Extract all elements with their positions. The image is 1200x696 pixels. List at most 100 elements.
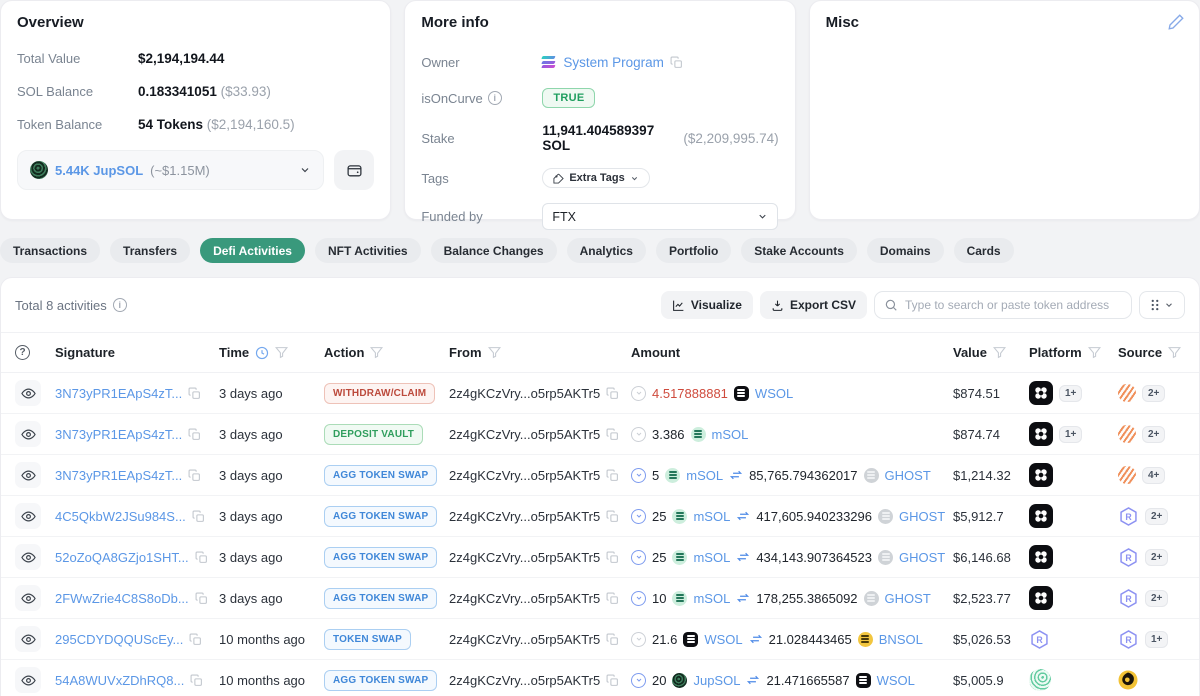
extra-tags-button[interactable]: Extra Tags — [542, 168, 649, 188]
signature-link[interactable]: 3N73yPR1EApS4zT... — [55, 427, 182, 442]
action-badge[interactable]: AGG TOKEN SWAP — [324, 465, 437, 486]
copy-signature-button[interactable] — [188, 469, 201, 482]
token-2-link[interactable]: GHOST — [885, 591, 931, 606]
token-2-link[interactable]: BNSOL — [879, 632, 923, 647]
token-1-link[interactable]: WSOL — [704, 632, 742, 647]
count-badge[interactable]: 1+ — [1059, 426, 1082, 443]
signature-link[interactable]: 3N73yPR1EApS4zT... — [55, 386, 182, 401]
preview-row-button[interactable] — [15, 421, 41, 447]
tab-stake-accounts[interactable]: Stake Accounts — [741, 238, 857, 263]
action-badge[interactable]: AGG TOKEN SWAP — [324, 588, 437, 609]
from-address-link[interactable]: 2z4gKCzVry...o5rp5AKTr5 — [449, 550, 600, 565]
token-1-link[interactable]: WSOL — [755, 386, 793, 401]
token-1-link[interactable]: mSOL — [686, 468, 723, 483]
tab-transactions[interactable]: Transactions — [0, 238, 100, 263]
help-icon[interactable]: ? — [15, 345, 30, 360]
preview-row-button[interactable] — [15, 462, 41, 488]
copy-signature-button[interactable] — [195, 592, 208, 605]
count-badge[interactable]: 2+ — [1145, 508, 1168, 525]
filter-icon[interactable] — [370, 346, 383, 359]
preview-row-button[interactable] — [15, 626, 41, 652]
signature-link[interactable]: 2FWwZrie4C8S8oDb... — [55, 591, 189, 606]
action-badge[interactable]: DEPOSIT VAULT — [324, 424, 423, 445]
token-1-link[interactable]: mSOL — [693, 550, 730, 565]
preview-row-button[interactable] — [15, 667, 41, 693]
copy-from-button[interactable] — [606, 592, 619, 605]
r-hexagon-icon[interactable]: R — [1118, 547, 1139, 568]
count-badge[interactable]: 2+ — [1145, 590, 1168, 607]
signature-link[interactable]: 52oZoQA8GZjo1SHT... — [55, 550, 189, 565]
action-badge[interactable]: AGG TOKEN SWAP — [324, 670, 437, 691]
signature-link[interactable]: 54A8WUVxZDhRQ8... — [55, 673, 184, 688]
token-2-link[interactable]: GHOST — [885, 468, 931, 483]
from-address-link[interactable]: 2z4gKCzVry...o5rp5AKTr5 — [449, 468, 600, 483]
copy-signature-button[interactable] — [192, 510, 205, 523]
tab-analytics[interactable]: Analytics — [567, 238, 646, 263]
edit-misc-button[interactable] — [1167, 13, 1185, 34]
visualize-button[interactable]: Visualize — [661, 291, 753, 319]
action-badge[interactable]: AGG TOKEN SWAP — [324, 547, 437, 568]
jupiter-platform-icon[interactable] — [1029, 586, 1053, 610]
copy-from-button[interactable] — [606, 510, 619, 523]
tab-domains[interactable]: Domains — [867, 238, 944, 263]
r-hexagon-icon[interactable]: R — [1118, 588, 1139, 609]
copy-from-button[interactable] — [606, 428, 619, 441]
filter-icon[interactable] — [275, 346, 288, 359]
tab-nft-activities[interactable]: NFT Activities — [315, 238, 421, 263]
jupiter-platform-icon[interactable] — [1029, 545, 1053, 569]
copy-from-button[interactable] — [606, 469, 619, 482]
copy-signature-button[interactable] — [188, 387, 201, 400]
count-badge[interactable]: 2+ — [1142, 426, 1165, 443]
token-2-link[interactable]: GHOST — [899, 550, 945, 565]
copy-from-button[interactable] — [606, 633, 619, 646]
filter-icon[interactable] — [993, 346, 1006, 359]
clock-icon[interactable] — [255, 346, 269, 360]
copy-signature-button[interactable] — [190, 674, 203, 687]
tab-cards[interactable]: Cards — [954, 238, 1014, 263]
from-address-link[interactable]: 2z4gKCzVry...o5rp5AKTr5 — [449, 632, 600, 647]
tab-defi-activities[interactable]: Defi Activities — [200, 238, 305, 263]
action-badge[interactable]: TOKEN SWAP — [324, 629, 411, 650]
copy-owner-button[interactable] — [670, 56, 683, 69]
tab-portfolio[interactable]: Portfolio — [656, 238, 731, 263]
sanctum-swirl-icon[interactable] — [1029, 669, 1051, 691]
count-badge[interactable]: 2+ — [1142, 385, 1165, 402]
preview-row-button[interactable] — [15, 544, 41, 570]
copy-signature-button[interactable] — [189, 633, 202, 646]
token-2-link[interactable]: GHOST — [899, 509, 945, 524]
count-badge[interactable]: 1+ — [1059, 385, 1082, 402]
preview-row-button[interactable] — [15, 503, 41, 529]
from-address-link[interactable]: 2z4gKCzVry...o5rp5AKTr5 — [449, 673, 600, 688]
portfolio-wallet-button[interactable] — [334, 150, 374, 190]
preview-row-button[interactable] — [15, 585, 41, 611]
tab-balance-changes[interactable]: Balance Changes — [431, 238, 557, 263]
signature-link[interactable]: 4C5QkbW2JSu984S... — [55, 509, 186, 524]
count-badge[interactable]: 4+ — [1142, 467, 1165, 484]
from-address-link[interactable]: 2z4gKCzVry...o5rp5AKTr5 — [449, 591, 600, 606]
signature-link[interactable]: 3N73yPR1EApS4zT... — [55, 468, 182, 483]
jupiter-platform-icon[interactable] — [1029, 422, 1053, 446]
token-search-input[interactable] — [874, 291, 1132, 319]
r-hexagon-icon[interactable]: R — [1118, 629, 1139, 650]
r-hexagon-icon[interactable]: R — [1029, 629, 1050, 650]
count-badge[interactable]: 2+ — [1145, 549, 1168, 566]
count-badge[interactable]: 1+ — [1145, 631, 1168, 648]
token-2-link[interactable]: WSOL — [877, 673, 915, 688]
funded-by-select[interactable]: FTX — [542, 203, 778, 230]
orange-hatch-icon[interactable] — [1118, 384, 1136, 402]
filter-icon[interactable] — [1168, 346, 1181, 359]
copy-from-button[interactable] — [606, 674, 619, 687]
jupiter-platform-icon[interactable] — [1029, 504, 1053, 528]
gold-coin-icon[interactable] — [1118, 670, 1138, 690]
r-hexagon-icon[interactable]: R — [1118, 506, 1139, 527]
token-1-link[interactable]: mSOL — [693, 591, 730, 606]
jupiter-platform-icon[interactable] — [1029, 463, 1053, 487]
copy-signature-button[interactable] — [188, 428, 201, 441]
action-badge[interactable]: WITHDRAW/CLAIM — [324, 383, 435, 404]
token-1-link[interactable]: mSOL — [712, 427, 749, 442]
export-csv-button[interactable]: Export CSV — [760, 291, 867, 319]
action-badge[interactable]: AGG TOKEN SWAP — [324, 506, 437, 527]
copy-signature-button[interactable] — [195, 551, 208, 564]
owner-link[interactable]: System Program — [563, 55, 664, 70]
preview-row-button[interactable] — [15, 380, 41, 406]
